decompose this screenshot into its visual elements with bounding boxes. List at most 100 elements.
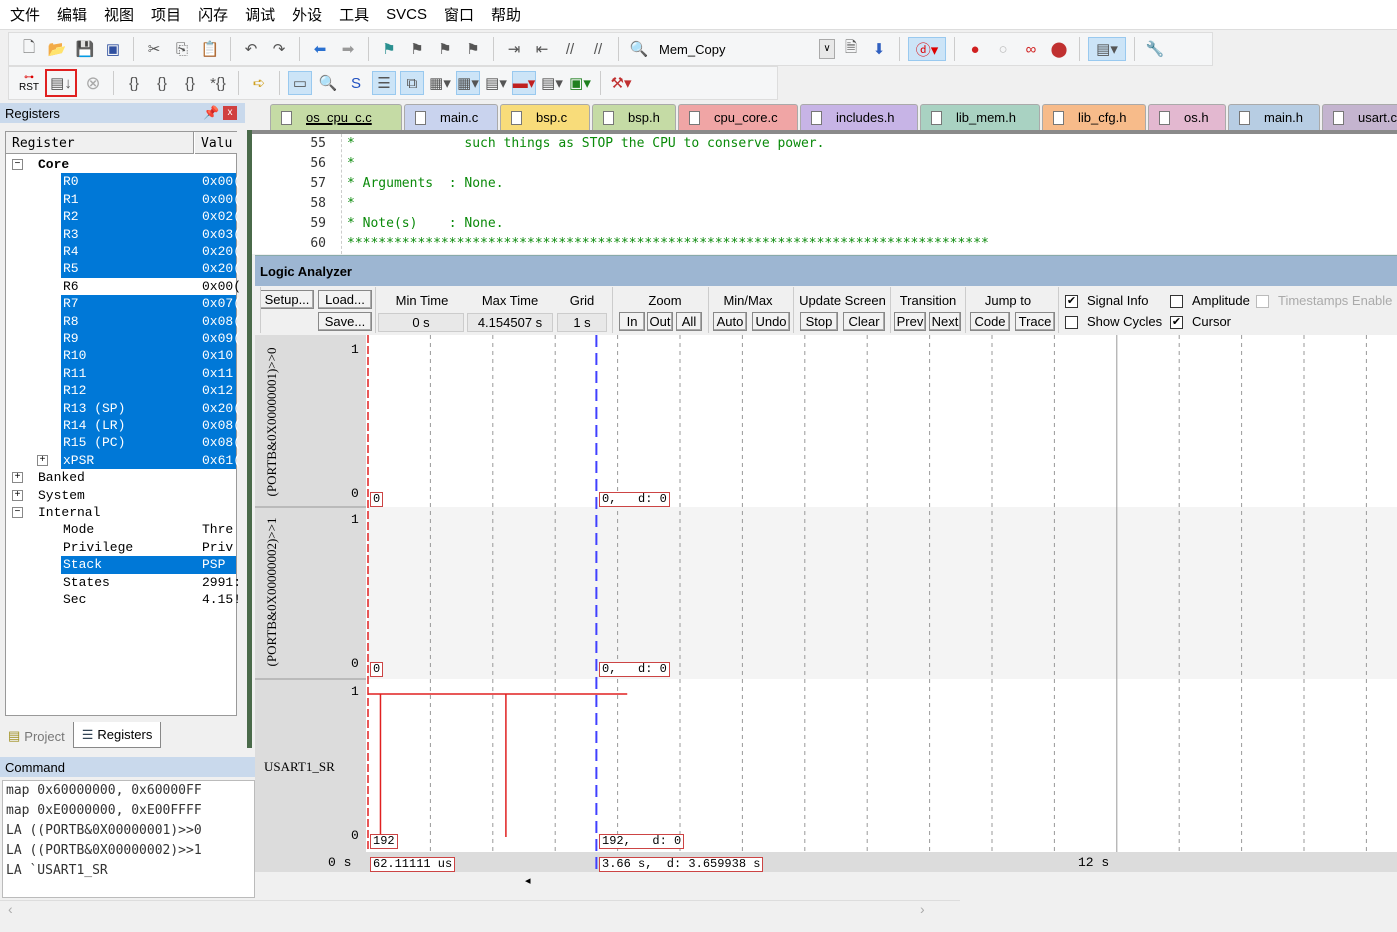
step-into-icon[interactable]: {} [122, 71, 146, 95]
register-row[interactable]: R6 0x00( [6, 278, 241, 295]
register-row[interactable]: R3 0x03( [6, 225, 241, 243]
editor-tab[interactable]: os_cpu_c.c [270, 104, 402, 130]
menu-item[interactable]: 帮助 [491, 4, 521, 25]
command-window-icon[interactable]: ▭ [288, 71, 312, 95]
breakpoint-disable-all-icon[interactable]: ∞ [1019, 37, 1043, 61]
indent-icon[interactable]: ⇥ [502, 37, 526, 61]
debug-session-icon[interactable]: ⓓ▾ [908, 37, 946, 61]
chevron-down-icon[interactable]: ∨ [819, 39, 835, 59]
editor-tab[interactable]: cpu_core.c [678, 104, 798, 130]
code-editor[interactable]: 55 56 57 58 59 60 * such things as STOP the C… [252, 134, 1397, 254]
zoom-all-button[interactable]: All [676, 312, 702, 331]
step-out-icon[interactable]: {} [178, 71, 202, 95]
open-folder-icon[interactable]: 📂 [45, 37, 69, 61]
register-row[interactable]: R0 0x00( [6, 173, 241, 191]
stop-icon[interactable]: ⊗ [81, 71, 105, 95]
register-row[interactable]: R9 0x09( [6, 330, 241, 348]
menu-item[interactable]: SVCS [386, 6, 427, 23]
editor-tab[interactable]: bsp.h [592, 104, 676, 130]
pin-icon[interactable]: 📌 [203, 105, 223, 121]
trace-window-icon[interactable]: ▤▾ [540, 71, 564, 95]
new-file-icon[interactable]: 🗋 [17, 37, 41, 61]
close-icon[interactable]: x [223, 106, 237, 120]
find-icon[interactable]: 🗎 [839, 37, 863, 61]
watch-window-icon[interactable]: ▦▾ [428, 71, 452, 95]
register-row[interactable]: States 2991: [6, 574, 241, 591]
breakpoint-kill-all-icon[interactable]: ⬤ [1047, 37, 1071, 61]
zoom-out-button[interactable]: Out [647, 312, 673, 331]
minmax-auto-button[interactable]: Auto [713, 312, 747, 331]
step-over-icon[interactable]: {} [150, 71, 174, 95]
uncomment-icon[interactable]: // [586, 37, 610, 61]
nav-forward-icon[interactable]: ➡ [336, 37, 360, 61]
jump-trace-button[interactable]: Trace [1015, 312, 1055, 331]
col-value-header[interactable]: Valu [195, 132, 237, 154]
menu-item[interactable]: 闪存 [198, 4, 228, 25]
jump-code-button[interactable]: Code [970, 312, 1010, 331]
register-row[interactable]: R10 0x10 [6, 347, 236, 365]
register-row[interactable]: + xPSR 0x61( [6, 451, 241, 470]
tab-registers[interactable]: ☰ Registers [72, 722, 162, 748]
expand-icon[interactable]: + [12, 489, 23, 501]
register-row[interactable]: R14 (LR) 0x08( [6, 417, 241, 435]
menu-item[interactable]: 视图 [104, 4, 134, 25]
menu-item[interactable]: 调试 [245, 4, 275, 25]
memory-window-icon[interactable]: ▦▾ [456, 71, 480, 95]
register-row[interactable]: R8 0x08( [6, 312, 241, 330]
register-row[interactable]: R4 0x20( [6, 243, 241, 261]
expand-icon[interactable]: + [12, 472, 23, 484]
registers-window-icon[interactable]: ☰ [372, 71, 396, 95]
register-row[interactable]: R12 0x12 [6, 382, 236, 400]
register-row[interactable]: Stack PSP [6, 556, 236, 574]
save-all-icon[interactable]: ▣ [101, 37, 125, 61]
register-row[interactable]: − Core [6, 156, 236, 173]
editor-tab[interactable]: main.c [404, 104, 498, 130]
tab-project[interactable]: ▤ Project [0, 724, 73, 748]
undo-icon[interactable]: ↶ [239, 37, 263, 61]
editor-tab[interactable]: os.h [1148, 104, 1226, 130]
register-row[interactable]: R15 (PC) 0x08( [6, 434, 241, 452]
show-next-statement-icon[interactable]: ➪ [247, 71, 271, 95]
signal-info-checkbox[interactable]: ✔ [1065, 295, 1078, 308]
editor-tab[interactable]: lib_mem.h [920, 104, 1040, 130]
register-row[interactable]: R5 0x20( [6, 260, 241, 278]
menu-item[interactable]: 工具 [339, 4, 369, 25]
col-register-header[interactable]: Register [6, 132, 194, 154]
zoom-in-button[interactable]: In [619, 312, 645, 331]
run-to-cursor-icon[interactable]: *{} [206, 71, 230, 95]
menu-item[interactable]: 编辑 [57, 4, 87, 25]
command-scrollbar[interactable]: ‹ › [0, 900, 960, 922]
save-icon[interactable]: 💾 [73, 37, 97, 61]
target-select[interactable]: Mem_Copy ∨ [655, 37, 835, 61]
setup-button[interactable]: Setup... [260, 290, 314, 309]
bookmark-prev-icon[interactable]: ⚑ [405, 37, 429, 61]
editor-tab[interactable]: main.h [1228, 104, 1320, 130]
editor-tab[interactable]: bsp.c [500, 104, 590, 130]
cursor-checkbox[interactable]: ✔ [1170, 316, 1183, 329]
menu-item[interactable]: 文件 [10, 4, 40, 25]
register-row[interactable]: + Banked [6, 469, 236, 486]
register-row[interactable]: R7 0x07( [6, 295, 241, 313]
disassembly-window-icon[interactable]: 🔍 [316, 71, 340, 95]
editor-tab[interactable]: usart.c [1322, 104, 1397, 130]
run-icon[interactable]: ▤↓ [45, 69, 77, 97]
menu-item[interactable]: 窗口 [444, 4, 474, 25]
paste-icon[interactable]: 📋 [198, 37, 222, 61]
register-row[interactable]: R13 (SP) 0x20( [6, 399, 241, 417]
find-in-files-icon[interactable]: 🔍 [627, 37, 651, 61]
collapse-icon[interactable]: − [12, 507, 23, 518]
bookmark-clear-icon[interactable]: ⚑ [461, 37, 485, 61]
expand-icon[interactable]: + [37, 454, 48, 466]
bookmark-next-icon[interactable]: ⚑ [433, 37, 457, 61]
register-row[interactable]: R11 0x11 [6, 364, 236, 383]
window-layout-icon[interactable]: ▤▾ [1088, 37, 1126, 61]
update-clear-button[interactable]: Clear [843, 312, 885, 331]
configure-icon[interactable]: 🔧 [1143, 37, 1167, 61]
copy-icon[interactable]: ⎘ [170, 37, 194, 61]
amplitude-checkbox[interactable] [1170, 295, 1183, 308]
la-waveform-area[interactable]: ◂ [255, 335, 1397, 895]
transition-prev-button[interactable]: Prev [894, 312, 926, 331]
register-row[interactable]: R1 0x00( [6, 190, 241, 209]
bookmark-icon[interactable]: ⚑ [377, 37, 401, 61]
system-viewer-icon[interactable]: ▣▾ [568, 71, 592, 95]
